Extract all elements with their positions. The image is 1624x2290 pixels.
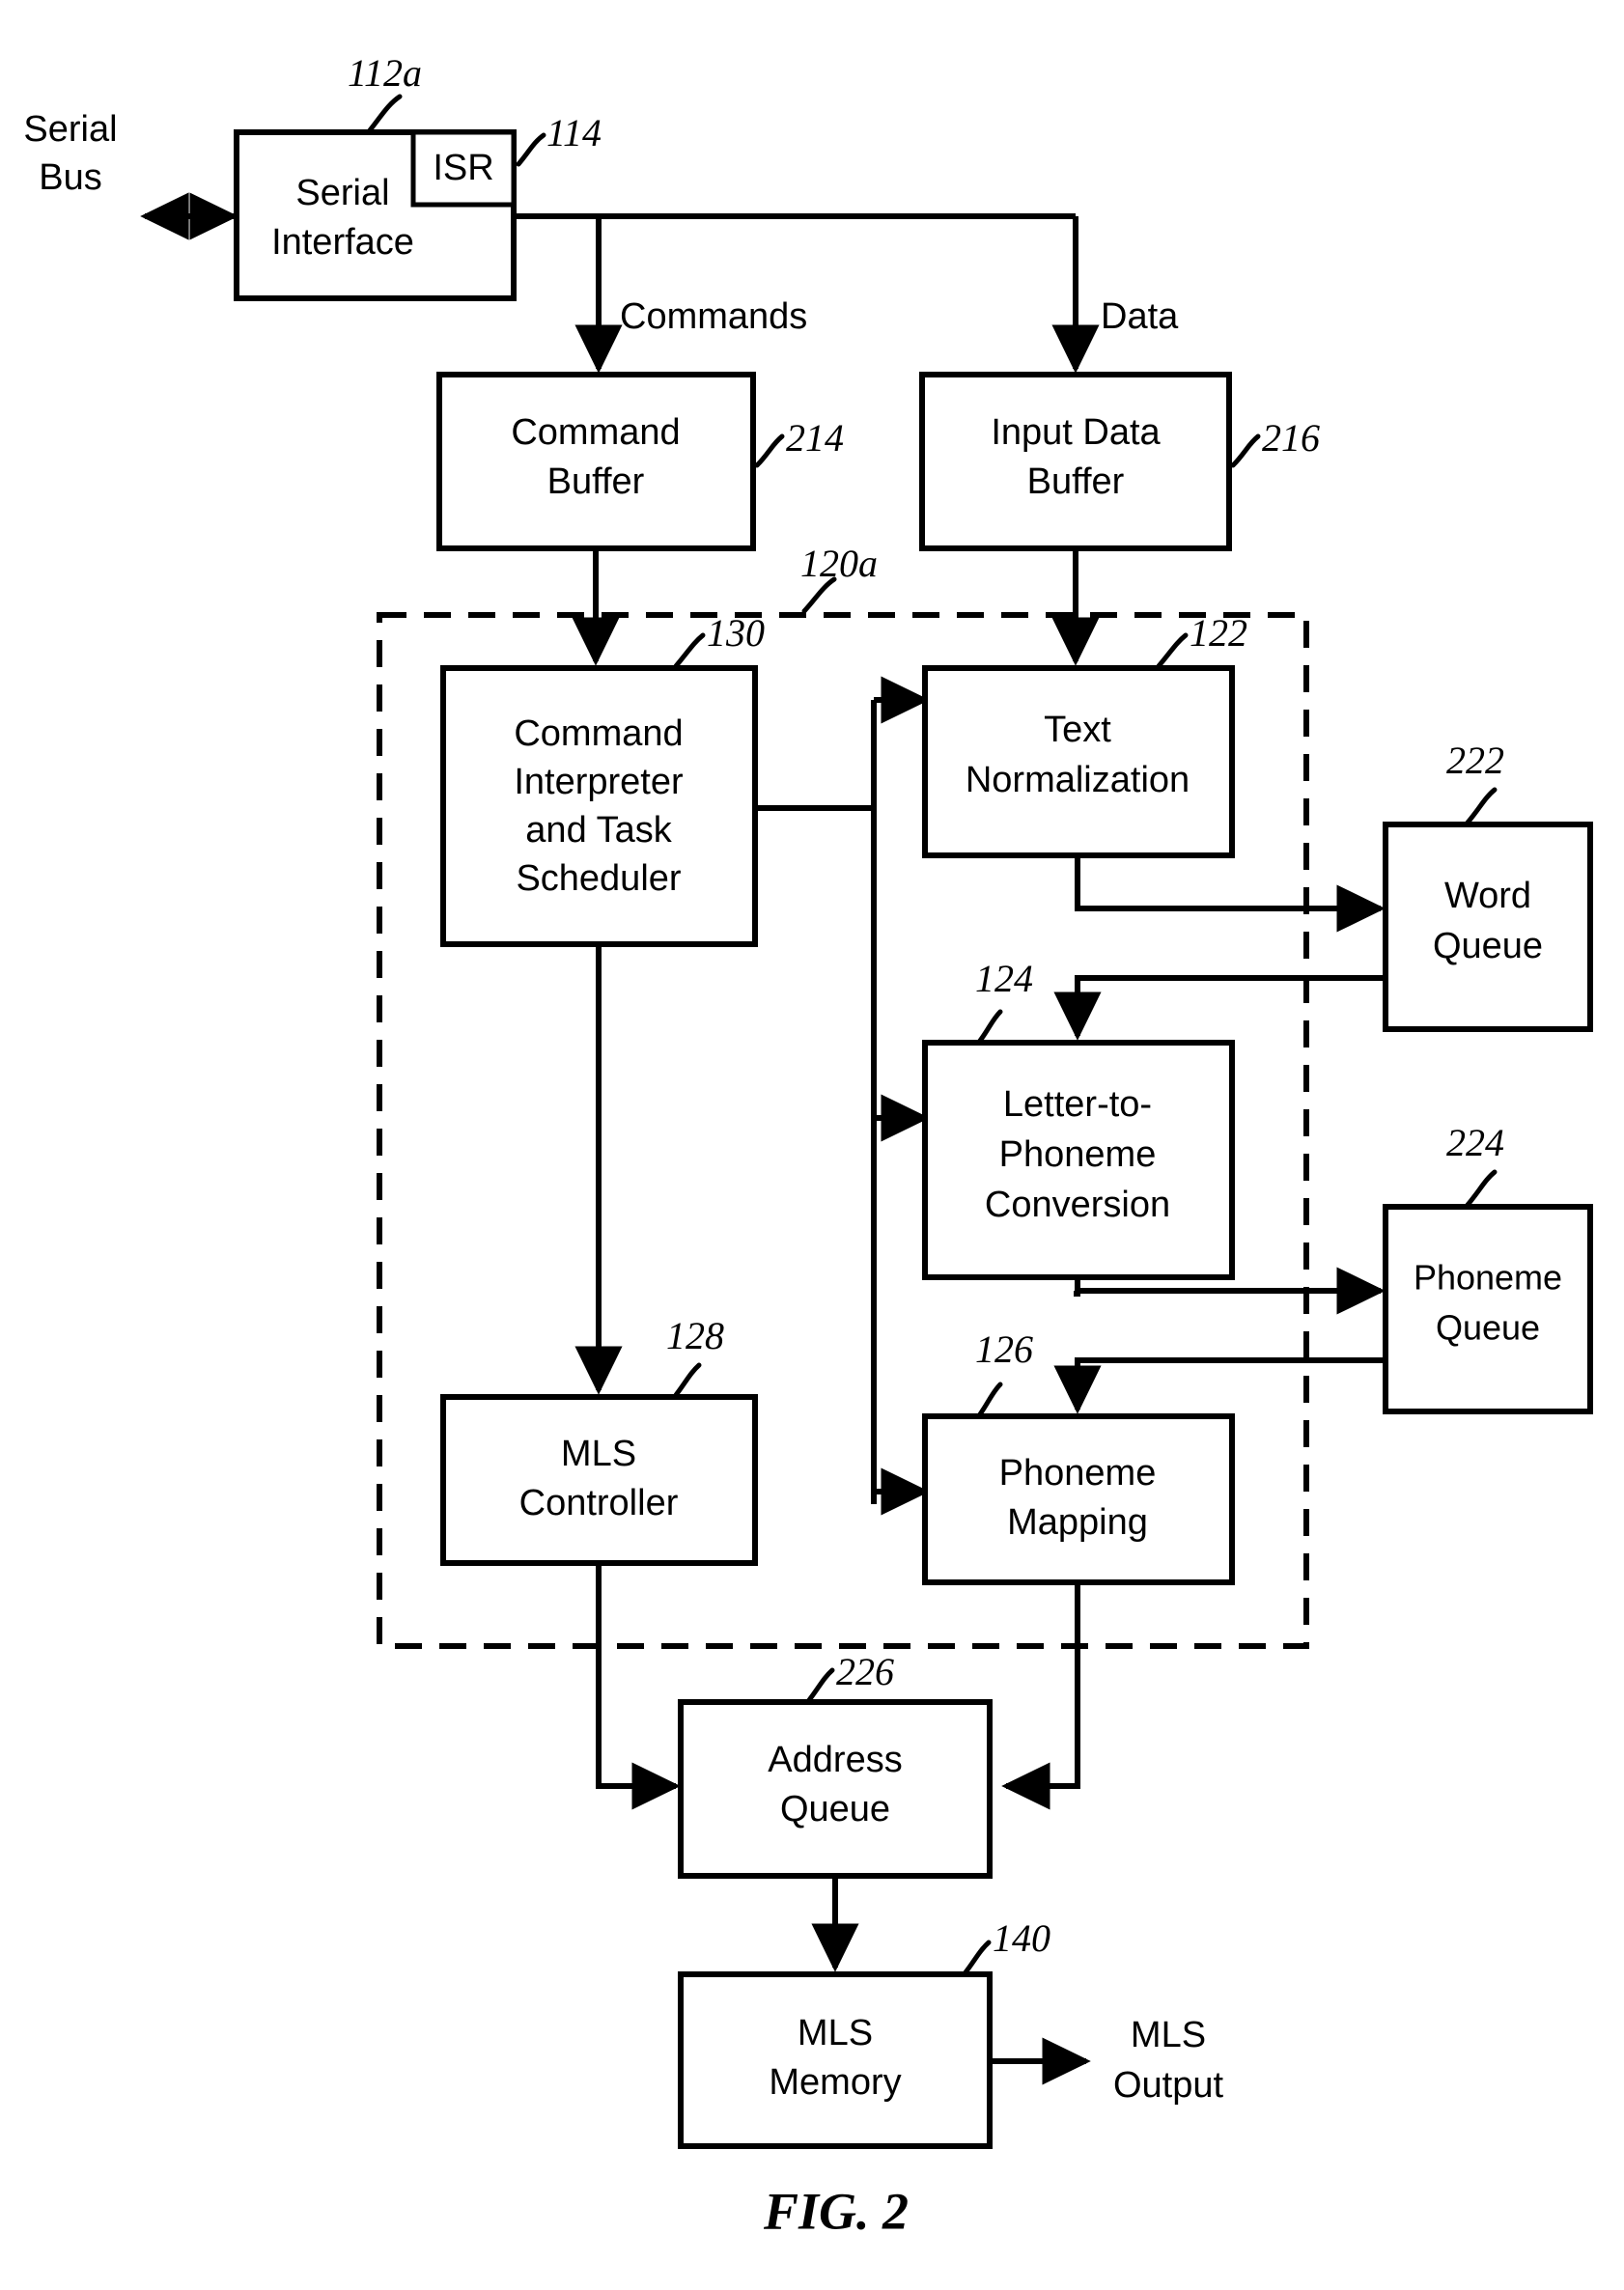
patent-figure-2: 120a Serial Bus Serial Interface 112a IS… [0, 0, 1624, 2290]
ref-num-140: 140 [993, 1916, 1050, 1960]
address-queue-label-line2: Queue [780, 1789, 890, 1829]
ref-num-216: 216 [1262, 416, 1320, 460]
address-queue-label-line1: Address [768, 1740, 902, 1780]
command-interpreter-label-line4: Scheduler [516, 858, 681, 899]
text-normalization-label-line2: Normalization [966, 760, 1190, 800]
word-queue-label-line2: Queue [1433, 926, 1543, 966]
leader-line-216 [1230, 433, 1261, 468]
input-data-buffer-label-line2: Buffer [1027, 461, 1125, 502]
mls-controller-label-line2: Controller [519, 1483, 679, 1523]
serial-interface-label-line1: Serial [295, 173, 389, 213]
command-interpreter-label-line2: Interpreter [514, 762, 684, 802]
edge-label-data: Data [1101, 296, 1179, 337]
leader-line-224 [1465, 1169, 1498, 1208]
block-diagram-canvas: 120a Serial Bus Serial Interface 112a IS… [23, 51, 1593, 2240]
ref-num-124: 124 [975, 957, 1033, 1000]
mls-memory-label-line1: MLS [798, 2013, 873, 2053]
leader-line-112a [367, 94, 403, 133]
edge-label-commands: Commands [620, 296, 807, 337]
mls-output-label-line1: MLS [1131, 2015, 1206, 2055]
ref-num-214: 214 [786, 416, 844, 460]
connector-phoneme-queue-to-phoneme-mapping [1053, 1357, 1386, 1414]
input-data-buffer-label-line1: Input Data [991, 412, 1161, 453]
leader-line-214 [754, 433, 785, 468]
ref-num-112a: 112a [348, 51, 422, 95]
phoneme-mapping-label-line1: Phoneme [999, 1453, 1157, 1494]
ref-num-114: 114 [546, 111, 602, 154]
isr-label: ISR [433, 148, 493, 188]
serial-bus-label-line2: Bus [39, 157, 101, 198]
letter-to-phoneme-label-line2: Phoneme [999, 1134, 1157, 1175]
ref-num-130: 130 [707, 611, 765, 655]
command-interpreter-label-line1: Command [514, 713, 683, 754]
figure-caption: FIG. 2 [763, 2182, 909, 2240]
leader-line-122 [1156, 632, 1189, 669]
ref-num-128: 128 [666, 1314, 724, 1357]
command-interpreter-label-line3: and Task [525, 810, 672, 851]
mls-memory-label-line2: Memory [769, 2062, 901, 2103]
ref-num-120a: 120a [800, 542, 878, 585]
block-phoneme-mapping [922, 1413, 1235, 1585]
ref-num-224: 224 [1446, 1121, 1504, 1164]
block-command-interpreter [440, 665, 758, 947]
phoneme-queue-label-line2: Queue [1436, 1308, 1540, 1348]
ref-num-126: 126 [975, 1327, 1033, 1371]
leader-line-140 [963, 1940, 992, 1975]
connector-mls-controller-to-address-queue [596, 1563, 681, 1810]
ref-num-122: 122 [1190, 611, 1247, 655]
leader-line-222 [1465, 787, 1498, 825]
leader-line-130 [673, 632, 706, 669]
leader-line-114 [516, 132, 546, 167]
leader-line-226 [806, 1667, 835, 1703]
block-mls-memory [678, 1971, 993, 2149]
letter-to-phoneme-label-line3: Conversion [985, 1185, 1170, 1225]
leader-line-128 [673, 1362, 702, 1398]
connector-text-normalization-to-word-queue [1075, 855, 1386, 933]
text-normalization-label-line1: Text [1044, 710, 1111, 750]
mls-controller-label-line1: MLS [561, 1434, 636, 1474]
leader-line-124 [977, 1009, 1003, 1044]
word-queue-label-line1: Word [1444, 876, 1531, 916]
serial-bus-label-line1: Serial [23, 109, 117, 150]
command-buffer-label-line2: Buffer [547, 461, 645, 502]
connector-word-queue-to-letter-to-phoneme [1053, 975, 1386, 1041]
serial-interface-label-line2: Interface [271, 222, 414, 263]
ref-num-226: 226 [836, 1650, 894, 1693]
block-mls-controller [440, 1394, 758, 1566]
leader-line-126 [977, 1382, 1003, 1417]
ref-num-222: 222 [1446, 739, 1504, 782]
connector-phoneme-mapping-to-address-queue [1001, 1582, 1080, 1810]
letter-to-phoneme-label-line1: Letter-to- [1003, 1084, 1152, 1125]
phoneme-mapping-label-line2: Mapping [1007, 1502, 1148, 1543]
mls-output-label-line2: Output [1113, 2065, 1224, 2106]
phoneme-queue-label-line1: Phoneme [1414, 1258, 1562, 1298]
command-buffer-label-line1: Command [511, 412, 680, 453]
